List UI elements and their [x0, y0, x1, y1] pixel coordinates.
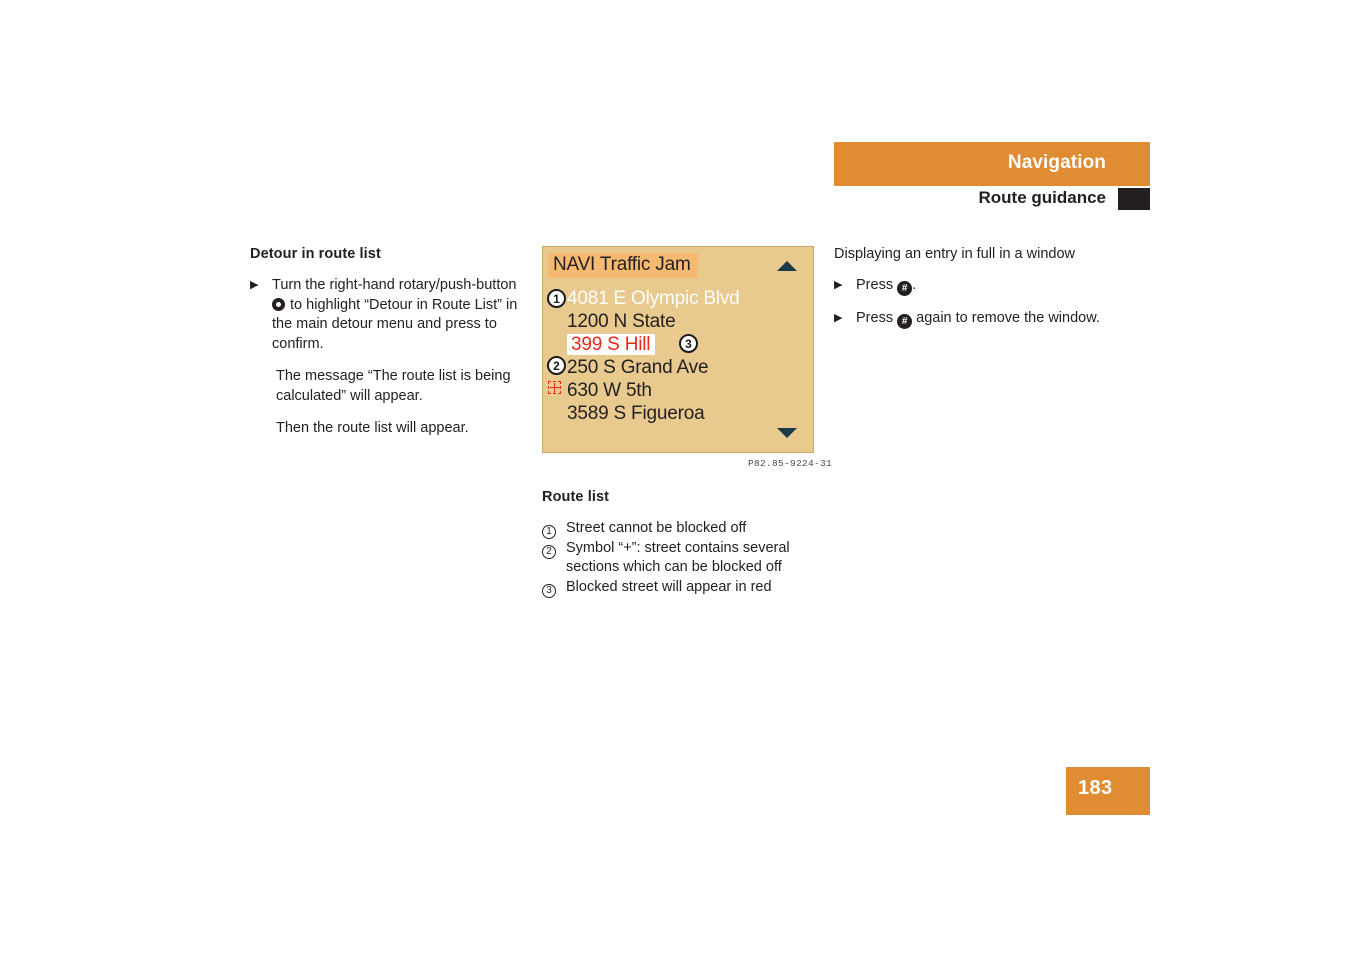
navigation-screen-figure: NAVI Traffic Jam 4081 E Olympic Blvd 1200…	[542, 246, 814, 453]
press-hash-bullet-2-text: Press # again to remove the window.	[856, 309, 1134, 329]
route-list-item[interactable]: 630 W 5th	[543, 379, 813, 402]
route-list: 4081 E Olympic Blvd 1200 N State 399 S Hill…	[543, 287, 813, 425]
legend-item: 1 Street cannot be blocked off	[542, 519, 832, 539]
triangle-up-icon[interactable]	[777, 261, 797, 271]
route-list-item[interactable]: 4081 E Olympic Blvd	[543, 287, 813, 310]
page-title: Navigation	[1007, 152, 1106, 173]
triangle-down-icon[interactable]	[777, 428, 797, 438]
right-column: Displaying an entry in full in a window …	[834, 246, 1134, 341]
route-item-street: Grand Ave	[620, 357, 709, 378]
callout-marker-3: 3	[679, 334, 698, 353]
nav-screen-title: NAVI Traffic Jam	[548, 253, 698, 278]
press-hash-bullet-1: ▶ Press #.	[834, 276, 1134, 296]
route-item-number: 1200	[567, 311, 609, 332]
sentence-end: again to remove the window.	[916, 309, 1100, 326]
circled-number-icon: 2	[542, 544, 556, 559]
route-item-blocked-label: 399 S Hill	[567, 334, 656, 355]
route-item-street: Figueroa	[631, 403, 705, 424]
legend-title: Route list	[542, 489, 610, 505]
instruction-bullet-1: ▶ Turn the right-hand rotary/push-button…	[250, 276, 522, 354]
legend-number: 1	[542, 519, 566, 539]
middle-column: NAVI Traffic Jam 4081 E Olympic Blvd 1200…	[542, 246, 832, 598]
press-hash-bullet-1-text: Press #.	[856, 276, 1134, 296]
triangle-bullet-icon: ▶	[834, 311, 843, 324]
triangle-bullet-icon: ▶	[834, 279, 843, 291]
hash-button-icon: #	[897, 313, 913, 329]
press-hash-bullet-2: ▶ Press # again to remove the window.	[834, 309, 1134, 329]
bullet-1-text-part-2: to highlight “Detour in Route List” in t…	[272, 296, 518, 352]
route-item-direction: S	[603, 357, 616, 378]
left-column: Detour in route list ▶ Turn the right-ha…	[250, 246, 522, 452]
callout-marker-2: 2	[547, 356, 566, 375]
route-item-number: 399	[571, 334, 603, 355]
route-list-item[interactable]: 3589 S Figueroa	[543, 402, 813, 425]
route-item-number: 3589	[567, 403, 609, 424]
route-item-street: Hill	[624, 334, 651, 355]
legend-item-text: Street cannot be blocked off	[566, 520, 747, 536]
route-item-street: State	[632, 311, 676, 332]
page-number: 183	[1078, 777, 1113, 799]
route-item-direction: W	[603, 380, 621, 401]
legend-item-text: Blocked street will appear in red	[566, 578, 772, 595]
legend-number: 2	[542, 539, 566, 559]
navigation-header-band: Navigation	[834, 142, 1150, 186]
legend-item: 3 Blocked street will appear in red	[542, 578, 832, 598]
left-paragraph-2: Then the route list will appear.	[276, 420, 469, 436]
route-item-direction: N	[613, 311, 627, 332]
legend-number: 3	[542, 578, 566, 598]
press-label: Press	[856, 309, 894, 326]
legend-block: Route list 1 Street cannot be blocked of…	[542, 489, 832, 598]
route-item-number: 250	[567, 357, 599, 378]
triangle-bullet-icon: ▶	[250, 279, 259, 291]
route-item-direction: S	[607, 334, 620, 355]
chapter-tab-marker	[1118, 188, 1150, 210]
right-section-title: Displaying an entry in full in a window	[834, 246, 1075, 262]
route-item-number: 4081	[567, 288, 609, 309]
route-item-number: 630	[567, 380, 599, 401]
page-number-badge: 183	[1066, 767, 1150, 815]
legend-item: 2 Symbol “+”: street contains several	[542, 539, 832, 559]
route-item-direction: S	[613, 403, 626, 424]
subsection-title: Route guidance	[978, 188, 1106, 207]
route-item-street: 5th	[625, 380, 652, 401]
legend-item-text: Symbol “+”: street contains several	[566, 539, 790, 556]
route-item-street: Olympic Blvd	[631, 288, 740, 309]
figure-caption: P82.85-9224-31	[747, 458, 832, 469]
hash-button-icon: #	[897, 281, 913, 296]
left-paragraph-1: The message “The route list is being cal…	[276, 368, 511, 404]
sentence-end: .	[912, 277, 917, 293]
instruction-bullet-1-text: Turn the right-hand rotary/push-button t…	[272, 276, 522, 354]
route-list-item[interactable]: 250 S Grand Ave	[543, 356, 813, 379]
legend-item-continuation: sections which can be blocked off	[566, 559, 782, 575]
left-section-title: Detour in route list	[250, 246, 381, 262]
circled-number-icon: 3	[542, 583, 556, 598]
route-list-item[interactable]: 1200 N State	[543, 310, 813, 333]
rotary-push-button-icon	[272, 297, 285, 311]
circled-number-icon: 1	[542, 525, 556, 539]
callout-marker-1: 1	[547, 289, 566, 308]
bullet-1-text-part-1: Turn the right-hand rotary/push-button	[272, 277, 517, 293]
subsection-header-row: Route guidance	[834, 188, 1150, 212]
route-item-direction: E	[613, 288, 626, 309]
press-label: Press	[856, 277, 894, 293]
